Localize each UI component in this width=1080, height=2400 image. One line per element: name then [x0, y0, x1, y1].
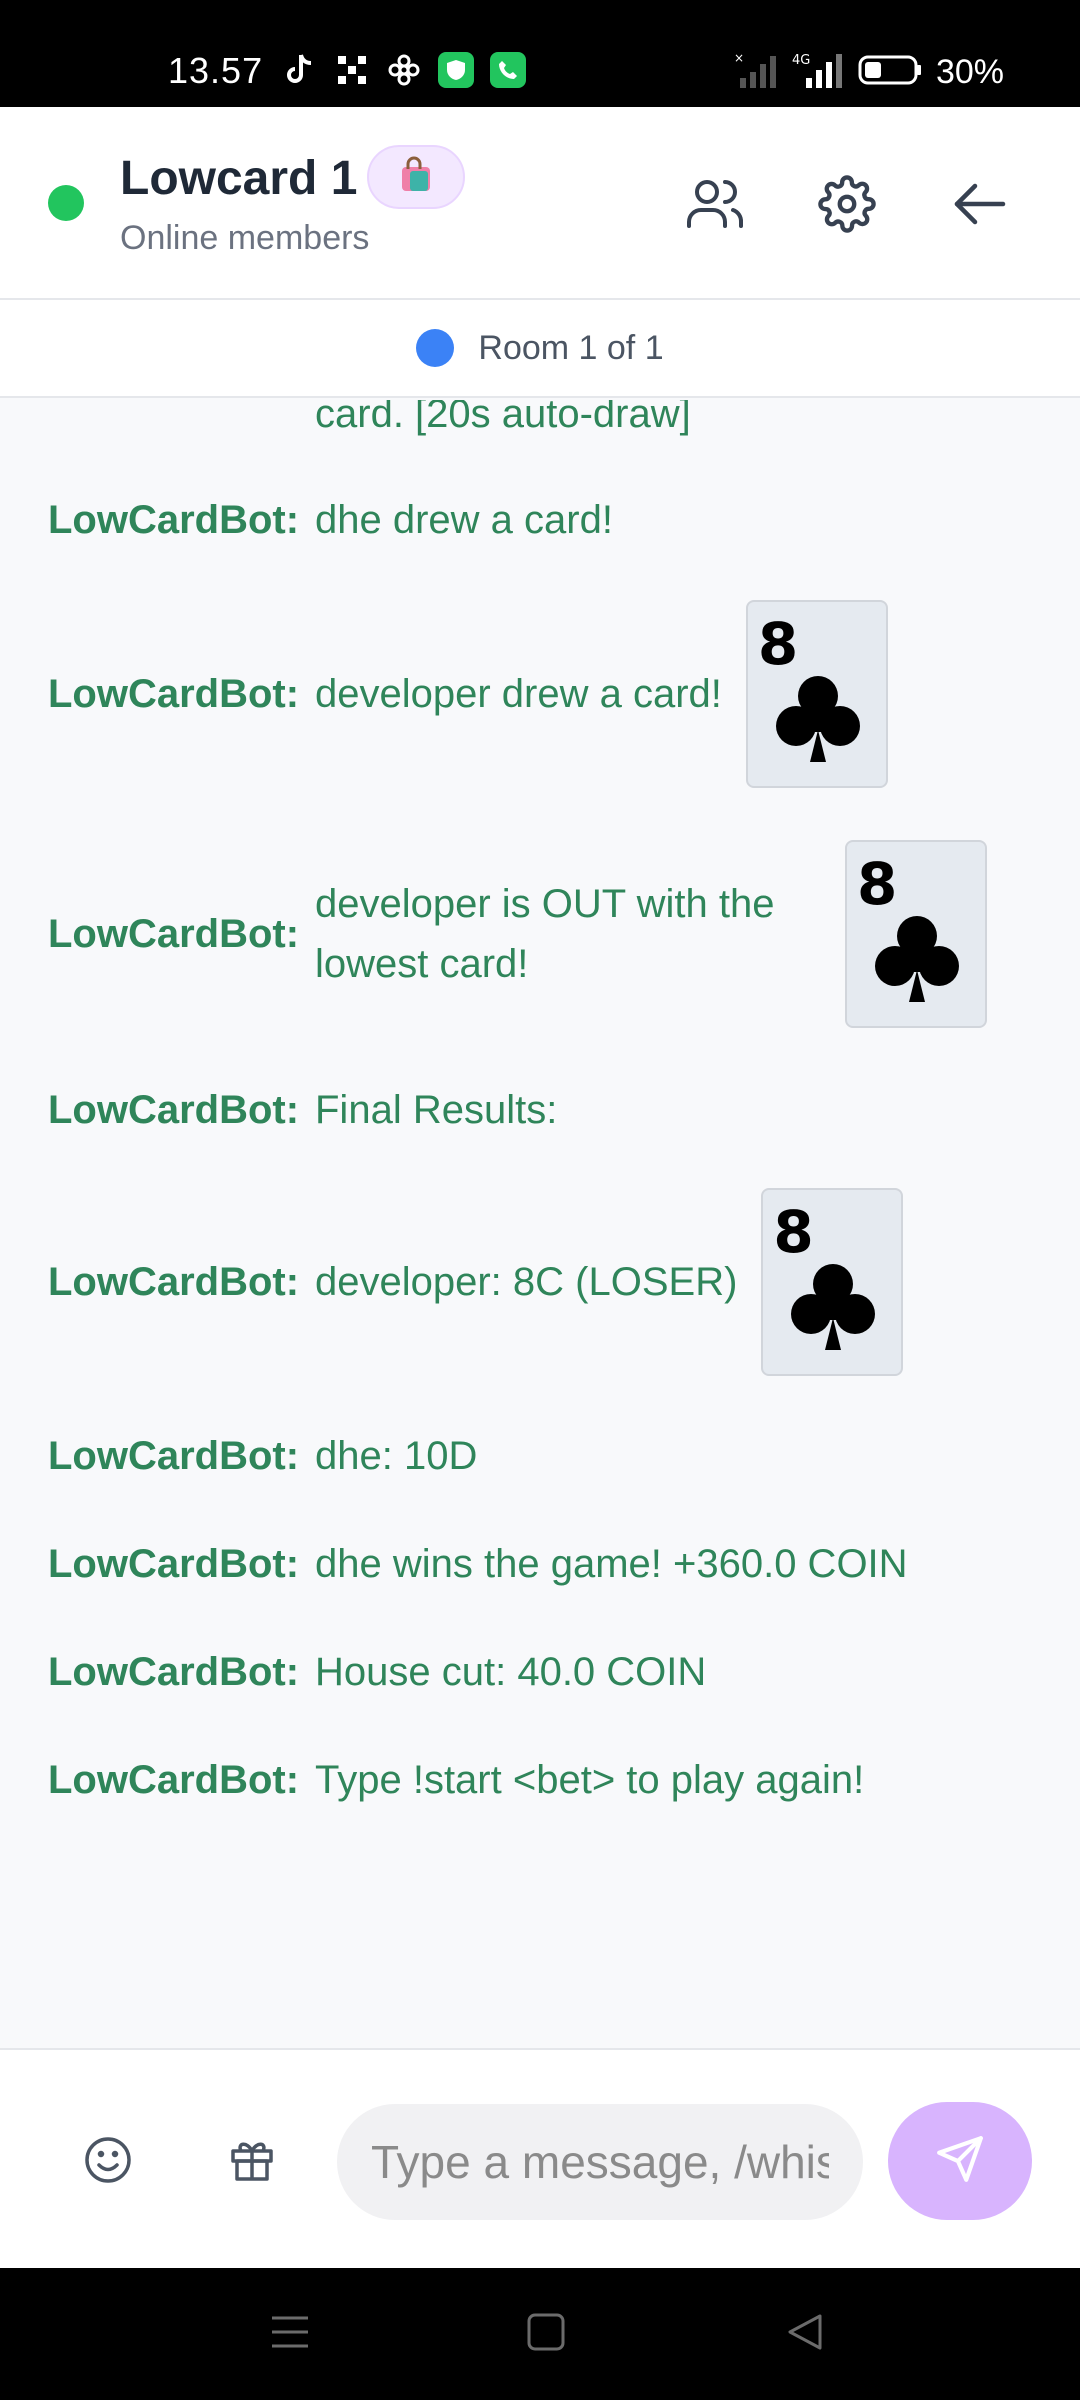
battery-percentage: 30%: [935, 53, 1004, 91]
playing-card: 8: [845, 840, 987, 1028]
users-icon: [685, 176, 745, 237]
menu-icon: [270, 2314, 310, 2355]
back-nav-button[interactable]: [780, 2310, 828, 2358]
tiktok-icon: [282, 52, 318, 88]
chat-message: LowCardBot: Final Results:: [48, 1080, 1040, 1140]
home-button[interactable]: [522, 2310, 570, 2358]
fan-icon: [386, 52, 422, 88]
battery-icon: [858, 54, 922, 91]
status-indicators: × 4G 30%: [734, 51, 1004, 93]
message-sender: LowCardBot:: [48, 1541, 300, 1586]
shopping-bag-icon: [396, 155, 436, 200]
svg-text:4G: 4G: [792, 53, 810, 68]
chat-message: LowCardBot: Type !start <bet> to play ag…: [48, 1750, 1040, 1810]
message-text: dhe wins the game! +360.0 COIN: [315, 1542, 908, 1586]
message-sender: LowCardBot:: [48, 497, 300, 542]
signal-icon-1: ×: [734, 51, 778, 93]
chat-message: LowCardBot: developer drew a card! 8: [48, 600, 1040, 788]
status-bar: 13.57 × 4G 30%: [0, 0, 1080, 107]
status-time: 13.57: [168, 50, 264, 91]
phone-app-icon: [490, 52, 526, 88]
members-button[interactable]: [682, 173, 748, 239]
club-suit-icon: [775, 674, 860, 769]
arrow-left-icon: [951, 180, 1007, 233]
message-text: card. [20s auto-draw]: [315, 400, 691, 436]
settings-button[interactable]: [814, 173, 880, 239]
back-button[interactable]: [946, 173, 1012, 239]
svg-text:×: ×: [734, 52, 744, 65]
card-rank: 8: [857, 850, 898, 918]
room-indicator-label: Room 1 of 1: [478, 328, 664, 367]
message-sender: LowCardBot:: [48, 911, 300, 956]
online-status-dot: [48, 185, 84, 221]
shop-badge[interactable]: [367, 145, 465, 209]
club-suit-icon: [791, 1262, 876, 1357]
message-text: House cut: 40.0 COIN: [315, 1650, 707, 1694]
message-text: Type !start <bet> to play again!: [315, 1758, 865, 1802]
chat-message: LowCardBot: developer: 8C (LOSER) 8: [48, 1188, 1040, 1376]
message-text: developer is OUT with the lowest card!: [315, 882, 775, 986]
message-sender: LowCardBot:: [48, 1259, 300, 1304]
chat-message: LowCardBot: developer is OUT with the lo…: [48, 840, 1040, 1028]
club-suit-icon: [875, 914, 959, 1009]
chat-message: LowCardBot: House cut: 40.0 COIN: [48, 1642, 1040, 1702]
send-icon: [935, 2134, 985, 2189]
smiley-icon: [83, 2135, 133, 2190]
message-text: Final Results:: [315, 1088, 558, 1132]
message-composer: [0, 2048, 1080, 2268]
emoji-button[interactable]: [80, 2134, 136, 2190]
card-rank: 8: [757, 610, 799, 678]
message-sender: LowCardBot:: [48, 1757, 300, 1802]
room-dot: [416, 329, 455, 367]
room-indicator[interactable]: Room 1 of 1: [0, 300, 1080, 398]
playing-card: 8: [745, 600, 888, 788]
playing-card: 8: [761, 1188, 904, 1376]
chat-message: LowCardBot: dhe: 10D: [48, 1426, 1040, 1486]
message-sender: LowCardBot:: [48, 1649, 300, 1694]
chat-message: LowCardBot: dhe drew a card!: [48, 490, 1040, 550]
chat-messages[interactable]: card. [20s auto-draw] LowCardBot: dhe dr…: [0, 400, 1080, 2048]
message-sender: LowCardBot:: [48, 1433, 300, 1478]
signal-icon-2: 4G: [792, 52, 844, 93]
chat-message: card. [20s auto-draw]: [48, 400, 1040, 444]
send-button[interactable]: [888, 2102, 1032, 2220]
message-text: dhe: 10D: [315, 1434, 478, 1478]
chat-message: LowCardBot: dhe wins the game! +360.0 CO…: [48, 1534, 1040, 1594]
checker-icon: [334, 52, 370, 88]
message-text: developer: 8C (LOSER): [315, 1260, 738, 1304]
gift-button[interactable]: [224, 2134, 280, 2190]
triangle-back-icon: [784, 2312, 824, 2357]
system-nav-bar: [0, 2268, 1080, 2400]
message-sender: LowCardBot:: [48, 671, 300, 716]
shield-app-icon: [438, 52, 474, 88]
chat-header: Lowcard 1 Online members: [0, 107, 1080, 300]
notification-icons: [282, 52, 526, 88]
square-icon: [526, 2312, 566, 2357]
message-sender: LowCardBot:: [48, 1087, 300, 1132]
message-input[interactable]: [337, 2104, 863, 2220]
message-text: dhe drew a card!: [315, 498, 613, 542]
online-members-label: Online members: [120, 219, 370, 257]
room-title: Lowcard 1: [120, 152, 358, 205]
gift-icon: [229, 2137, 275, 2188]
gear-icon: [818, 174, 876, 238]
message-text: developer drew a card!: [315, 672, 722, 716]
recents-button[interactable]: [266, 2310, 314, 2358]
card-rank: 8: [773, 1198, 814, 1266]
